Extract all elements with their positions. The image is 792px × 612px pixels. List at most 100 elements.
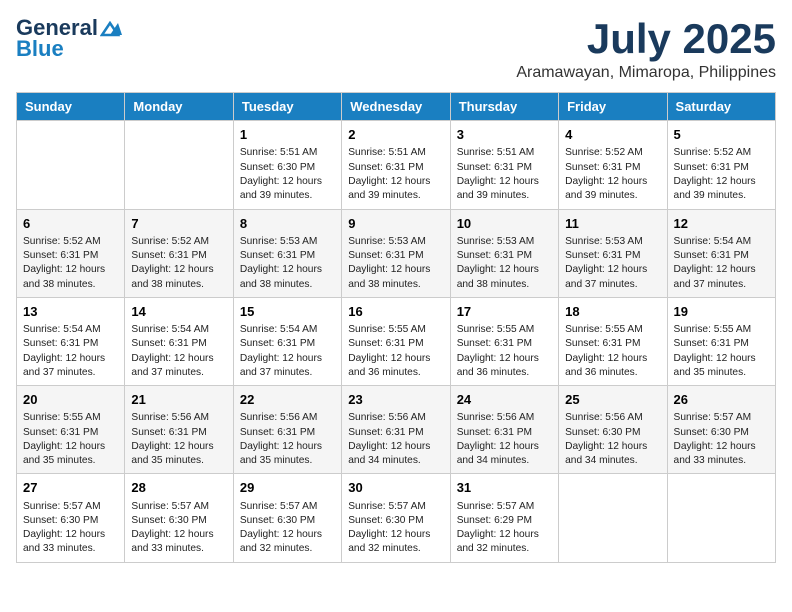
day-number: 20 bbox=[23, 391, 118, 409]
week-row-2: 6 Sunrise: 5:52 AMSunset: 6:31 PMDaylight… bbox=[17, 209, 776, 297]
day-number: 2 bbox=[348, 126, 443, 144]
location-title: Aramawayan, Mimaropa, Philippines bbox=[516, 64, 776, 82]
day-info: Sunrise: 5:53 AMSunset: 6:31 PMDaylight:… bbox=[457, 235, 552, 292]
day-info: Sunrise: 5:57 AMSunset: 6:30 PMDaylight:… bbox=[240, 500, 335, 557]
day-info: Sunrise: 5:56 AMSunset: 6:30 PMDaylight:… bbox=[565, 411, 660, 468]
day-info: Sunrise: 5:53 AMSunset: 6:31 PMDaylight:… bbox=[565, 235, 660, 292]
day-cell: 31Sunrise: 5:57 AMSunset: 6:29 PMDayligh… bbox=[450, 474, 558, 562]
day-info: Sunrise: 5:51 AMSunset: 6:31 PMDaylight:… bbox=[348, 146, 443, 203]
day-cell: 24Sunrise: 5:56 AMSunset: 6:31 PMDayligh… bbox=[450, 386, 558, 474]
calendar-body: 1 Sunrise: 5:51 AMSunset: 6:30 PMDaylight… bbox=[17, 121, 776, 563]
day-cell: 17 Sunrise: 5:55 AMSunset: 6:31 PMDayligh… bbox=[450, 297, 558, 385]
day-info: Sunrise: 5:51 AMSunset: 6:30 PMDaylight:… bbox=[240, 146, 335, 203]
day-number: 8 bbox=[240, 215, 335, 233]
day-info: Sunrise: 5:54 AMSunset: 6:31 PMDaylight:… bbox=[240, 323, 335, 380]
day-info: Sunrise: 5:55 AMSunset: 6:31 PMDaylight:… bbox=[348, 323, 443, 380]
day-cell: 30 Sunrise: 5:57 AMSunset: 6:30 PMDayligh… bbox=[342, 474, 450, 562]
day-number: 1 bbox=[240, 126, 335, 144]
day-number: 11 bbox=[565, 215, 660, 233]
day-cell: 27 Sunrise: 5:57 AMSunset: 6:30 PMDayligh… bbox=[17, 474, 125, 562]
day-info: Sunrise: 5:57 AMSunset: 6:30 PMDaylight:… bbox=[23, 500, 118, 557]
day-info: Sunrise: 5:56 AMSunset: 6:31 PMDaylight:… bbox=[348, 411, 443, 468]
day-info: Sunrise: 5:57 AMSunset: 6:30 PMDaylight:… bbox=[131, 500, 226, 557]
day-info: Sunrise: 5:53 AMSunset: 6:31 PMDaylight:… bbox=[240, 235, 335, 292]
day-info: Sunrise: 5:55 AMSunset: 6:31 PMDaylight:… bbox=[674, 323, 769, 380]
day-cell bbox=[559, 474, 667, 562]
week-row-1: 1 Sunrise: 5:51 AMSunset: 6:30 PMDaylight… bbox=[17, 121, 776, 209]
calendar-header-row: SundayMondayTuesdayWednesdayThursdayFrid… bbox=[17, 93, 776, 121]
column-header-sunday: Sunday bbox=[17, 93, 125, 121]
day-info: Sunrise: 5:51 AMSunset: 6:31 PMDaylight:… bbox=[457, 146, 552, 203]
day-number: 15 bbox=[240, 303, 335, 321]
day-cell: 19 Sunrise: 5:55 AMSunset: 6:31 PMDayligh… bbox=[667, 297, 775, 385]
day-cell bbox=[667, 474, 775, 562]
day-info: Sunrise: 5:55 AMSunset: 6:31 PMDaylight:… bbox=[23, 411, 118, 468]
day-number: 9 bbox=[348, 215, 443, 233]
day-number: 12 bbox=[674, 215, 769, 233]
title-area: July 2025 Aramawayan, Mimaropa, Philippi… bbox=[516, 16, 776, 82]
day-number: 19 bbox=[674, 303, 769, 321]
column-header-tuesday: Tuesday bbox=[233, 93, 341, 121]
day-cell: 4Sunrise: 5:52 AMSunset: 6:31 PMDaylight… bbox=[559, 121, 667, 209]
column-header-monday: Monday bbox=[125, 93, 233, 121]
day-cell: 7Sunrise: 5:52 AMSunset: 6:31 PMDaylight… bbox=[125, 209, 233, 297]
day-number: 26 bbox=[674, 391, 769, 409]
day-cell: 3 Sunrise: 5:51 AMSunset: 6:31 PMDaylight… bbox=[450, 121, 558, 209]
day-cell: 5 Sunrise: 5:52 AMSunset: 6:31 PMDaylight… bbox=[667, 121, 775, 209]
column-header-saturday: Saturday bbox=[667, 93, 775, 121]
day-cell: 15 Sunrise: 5:54 AMSunset: 6:31 PMDayligh… bbox=[233, 297, 341, 385]
day-cell: 22Sunrise: 5:56 AMSunset: 6:31 PMDayligh… bbox=[233, 386, 341, 474]
day-cell: 23 Sunrise: 5:56 AMSunset: 6:31 PMDayligh… bbox=[342, 386, 450, 474]
day-cell: 12 Sunrise: 5:54 AMSunset: 6:31 PMDayligh… bbox=[667, 209, 775, 297]
day-number: 5 bbox=[674, 126, 769, 144]
day-number: 3 bbox=[457, 126, 552, 144]
day-info: Sunrise: 5:54 AMSunset: 6:31 PMDaylight:… bbox=[674, 235, 769, 292]
day-number: 24 bbox=[457, 391, 552, 409]
day-number: 17 bbox=[457, 303, 552, 321]
day-info: Sunrise: 5:52 AMSunset: 6:31 PMDaylight:… bbox=[565, 146, 660, 203]
day-cell: 14Sunrise: 5:54 AMSunset: 6:31 PMDayligh… bbox=[125, 297, 233, 385]
day-number: 14 bbox=[131, 303, 226, 321]
day-info: Sunrise: 5:52 AMSunset: 6:31 PMDaylight:… bbox=[23, 235, 118, 292]
day-cell: 8 Sunrise: 5:53 AMSunset: 6:31 PMDaylight… bbox=[233, 209, 341, 297]
column-header-wednesday: Wednesday bbox=[342, 93, 450, 121]
day-number: 18 bbox=[565, 303, 660, 321]
day-cell: 6 Sunrise: 5:52 AMSunset: 6:31 PMDaylight… bbox=[17, 209, 125, 297]
header: General Blue July 2025 Aramawayan, Mimar… bbox=[16, 16, 776, 82]
day-cell: 18 Sunrise: 5:55 AMSunset: 6:31 PMDayligh… bbox=[559, 297, 667, 385]
calendar-table: SundayMondayTuesdayWednesdayThursdayFrid… bbox=[16, 92, 776, 563]
day-info: Sunrise: 5:55 AMSunset: 6:31 PMDaylight:… bbox=[565, 323, 660, 380]
day-cell bbox=[17, 121, 125, 209]
day-number: 21 bbox=[131, 391, 226, 409]
day-cell: 1 Sunrise: 5:51 AMSunset: 6:30 PMDaylight… bbox=[233, 121, 341, 209]
week-row-3: 13Sunrise: 5:54 AMSunset: 6:31 PMDayligh… bbox=[17, 297, 776, 385]
month-title: July 2025 bbox=[516, 16, 776, 62]
day-info: Sunrise: 5:56 AMSunset: 6:31 PMDaylight:… bbox=[131, 411, 226, 468]
logo-icon bbox=[100, 21, 122, 37]
day-number: 16 bbox=[348, 303, 443, 321]
day-info: Sunrise: 5:52 AMSunset: 6:31 PMDaylight:… bbox=[674, 146, 769, 203]
day-cell: 11 Sunrise: 5:53 AMSunset: 6:31 PMDayligh… bbox=[559, 209, 667, 297]
day-info: Sunrise: 5:52 AMSunset: 6:31 PMDaylight:… bbox=[131, 235, 226, 292]
day-cell: 2 Sunrise: 5:51 AMSunset: 6:31 PMDaylight… bbox=[342, 121, 450, 209]
day-cell: 10 Sunrise: 5:53 AMSunset: 6:31 PMDayligh… bbox=[450, 209, 558, 297]
day-cell: 29Sunrise: 5:57 AMSunset: 6:30 PMDayligh… bbox=[233, 474, 341, 562]
day-cell: 28 Sunrise: 5:57 AMSunset: 6:30 PMDayligh… bbox=[125, 474, 233, 562]
day-cell: 25Sunrise: 5:56 AMSunset: 6:30 PMDayligh… bbox=[559, 386, 667, 474]
week-row-4: 20 Sunrise: 5:55 AMSunset: 6:31 PMDayligh… bbox=[17, 386, 776, 474]
day-info: Sunrise: 5:55 AMSunset: 6:31 PMDaylight:… bbox=[457, 323, 552, 380]
day-number: 28 bbox=[131, 479, 226, 497]
day-number: 31 bbox=[457, 479, 552, 497]
day-number: 30 bbox=[348, 479, 443, 497]
day-cell: 9Sunrise: 5:53 AMSunset: 6:31 PMDaylight… bbox=[342, 209, 450, 297]
day-number: 23 bbox=[348, 391, 443, 409]
column-header-friday: Friday bbox=[559, 93, 667, 121]
day-info: Sunrise: 5:57 AMSunset: 6:30 PMDaylight:… bbox=[674, 411, 769, 468]
day-cell: 21 Sunrise: 5:56 AMSunset: 6:31 PMDayligh… bbox=[125, 386, 233, 474]
day-cell: 16 Sunrise: 5:55 AMSunset: 6:31 PMDayligh… bbox=[342, 297, 450, 385]
day-cell: 20 Sunrise: 5:55 AMSunset: 6:31 PMDayligh… bbox=[17, 386, 125, 474]
day-number: 27 bbox=[23, 479, 118, 497]
day-number: 6 bbox=[23, 215, 118, 233]
day-info: Sunrise: 5:57 AMSunset: 6:30 PMDaylight:… bbox=[348, 500, 443, 557]
day-number: 10 bbox=[457, 215, 552, 233]
